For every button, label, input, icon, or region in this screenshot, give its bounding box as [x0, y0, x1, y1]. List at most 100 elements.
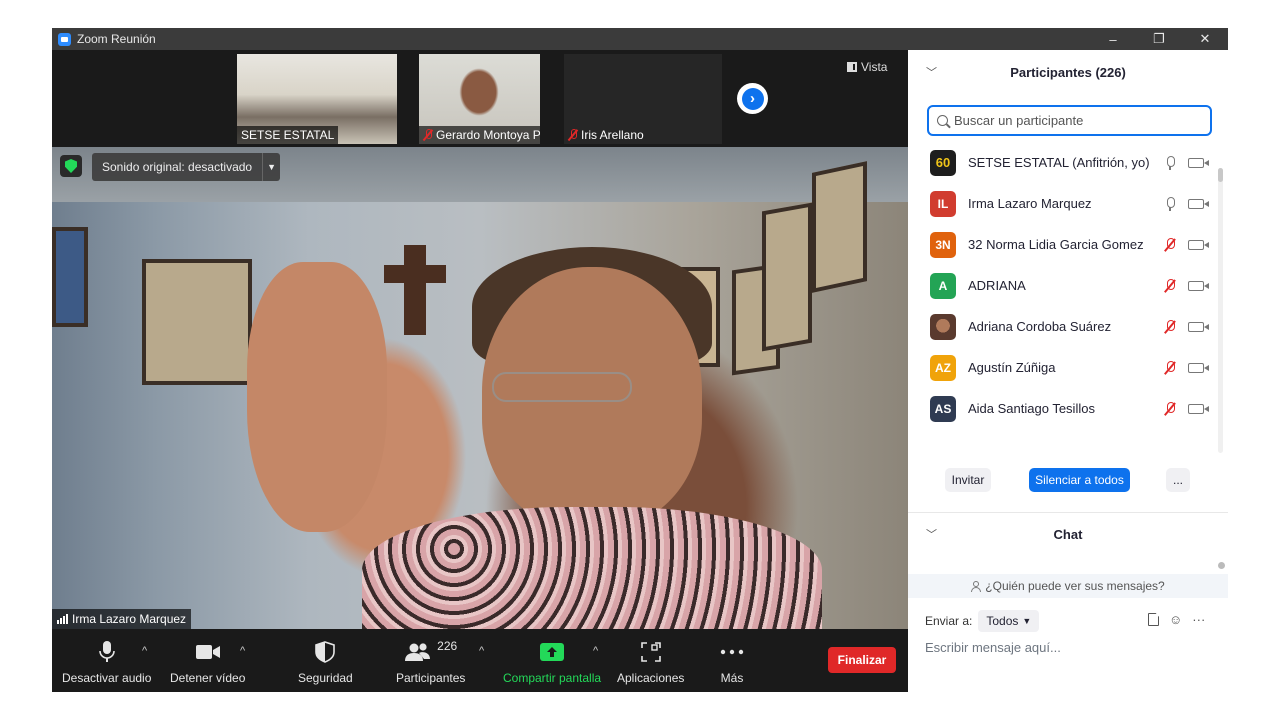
mic-muted-icon[interactable] — [1164, 360, 1176, 375]
collapse-chevron-icon[interactable]: ﹀ — [926, 64, 937, 80]
speaker-name-tag: Irma Lazaro Marquez — [52, 609, 192, 629]
meeting-area: SETSE ESTATAL Gerardo Montoya Pal... Iri… — [52, 50, 908, 692]
thumbnail-gerardo[interactable]: Gerardo Montoya Pal... — [419, 54, 540, 144]
participant-list-scrollbar[interactable] — [1218, 168, 1223, 453]
chat-header: ﹀ Chat — [926, 526, 1083, 542]
video-camera-icon[interactable] — [1188, 362, 1209, 373]
participants-panel: ﹀ Participantes (226) Buscar un particip… — [908, 50, 1228, 692]
apps-icon — [640, 639, 662, 665]
avatar-photo — [930, 313, 956, 340]
share-screen-icon — [540, 639, 565, 665]
wall-picture — [812, 161, 867, 293]
close-button[interactable]: ✕ — [1182, 28, 1228, 50]
view-button[interactable]: Vista — [847, 60, 887, 74]
mic-muted-icon[interactable] — [1164, 319, 1176, 334]
thumbnail-label: SETSE ESTATAL — [237, 126, 339, 144]
grid-view-icon — [847, 62, 857, 72]
person-icon — [971, 580, 982, 592]
encryption-shield-icon[interactable] — [60, 155, 82, 177]
audio-options-chevron-icon[interactable]: ^ — [142, 645, 147, 657]
video-camera-icon[interactable] — [1188, 321, 1209, 332]
microphone-icon[interactable] — [1164, 196, 1176, 211]
apps-button[interactable]: Aplicaciones — [617, 639, 684, 685]
minimize-button[interactable]: – — [1090, 28, 1136, 50]
signal-strength-icon — [57, 614, 68, 624]
window-title: Zoom Reunión — [77, 32, 156, 46]
video-camera-icon — [195, 639, 221, 665]
who-can-see-messages[interactable]: ¿Quién puede ver sus mensajes? — [908, 574, 1228, 598]
chevron-down-icon: ▼ — [1022, 616, 1032, 626]
avatar: AZ — [930, 354, 956, 381]
chat-scrollbar[interactable] — [1218, 562, 1225, 569]
avatar: 3N — [930, 231, 956, 258]
video-camera-icon[interactable] — [1188, 198, 1209, 209]
microphone-icon[interactable] — [1164, 155, 1176, 170]
participants-button[interactable]: 226 Participantes — [396, 639, 465, 685]
active-speaker-video: Sonido original: desactivado ▼ Irma Laza… — [52, 147, 908, 629]
divider — [908, 512, 1228, 513]
restore-button[interactable]: ❐ — [1136, 28, 1182, 50]
more-dots-icon[interactable]: ··· — [1192, 612, 1205, 627]
participant-row[interactable]: AS Aida Santiago Tesillos — [908, 388, 1220, 429]
participants-header: ﹀ Participantes (226) — [926, 64, 1126, 80]
participant-row[interactable]: 3N 32 Norma Lidia Garcia Gomez — [908, 224, 1220, 265]
video-camera-icon[interactable] — [1188, 403, 1209, 414]
thumbnail-label: Iris Arellano — [564, 126, 648, 144]
chat-tools: ☺ ··· — [1148, 612, 1205, 627]
mic-muted-icon[interactable] — [1164, 278, 1176, 293]
shield-icon — [315, 639, 336, 665]
participants-options-chevron-icon[interactable]: ^ — [479, 645, 484, 657]
end-meeting-button[interactable]: Finalizar — [828, 647, 896, 673]
share-screen-button[interactable]: Compartir pantalla — [503, 639, 601, 685]
raised-hand — [247, 262, 387, 532]
thumbnail-strip: SETSE ESTATAL Gerardo Montoya Pal... Iri… — [52, 50, 908, 146]
participant-row[interactable]: 60 SETSE ESTATAL (Anfitrión, yo) — [908, 142, 1220, 183]
cross — [384, 265, 446, 283]
avatar: IL — [930, 190, 956, 217]
mute-button[interactable]: Desactivar audio — [62, 639, 151, 685]
original-sound-toggle[interactable]: Sonido original: desactivado ▼ — [92, 153, 281, 181]
avatar: AS — [930, 395, 956, 422]
dropdown-arrow-icon[interactable]: ▼ — [262, 153, 280, 181]
mic-muted-icon — [568, 129, 578, 141]
window-controls: – ❐ ✕ — [1090, 28, 1228, 50]
message-input[interactable]: Escribir mensaje aquí... — [925, 640, 1061, 655]
mute-all-button[interactable]: Silenciar a todos — [1029, 468, 1130, 492]
next-page-button[interactable]: › — [737, 83, 768, 114]
zoom-logo-icon — [58, 32, 71, 46]
participant-row[interactable]: Adriana Cordoba Suárez — [908, 306, 1220, 347]
video-camera-icon[interactable] — [1188, 239, 1209, 250]
cross — [404, 245, 426, 335]
mic-muted-icon[interactable] — [1164, 237, 1176, 252]
send-to-select[interactable]: Todos ▼ — [978, 610, 1040, 632]
zoom-window: Zoom Reunión – ❐ ✕ SETSE ESTATAL Gerardo… — [52, 28, 1228, 692]
participant-row[interactable]: AZ Agustín Zúñiga — [908, 347, 1220, 388]
participant-actions: Invitar Silenciar a todos ... — [908, 468, 1228, 498]
video-camera-icon[interactable] — [1188, 157, 1209, 168]
mic-muted-icon — [423, 129, 433, 141]
meeting-toolbar: Desactivar audio ^ Detener vídeo ^ Segur… — [52, 629, 908, 692]
mic-muted-icon[interactable] — [1164, 401, 1176, 416]
thumbnail-label: Gerardo Montoya Pal... — [419, 126, 540, 144]
video-camera-icon[interactable] — [1188, 280, 1209, 291]
more-options-button[interactable]: ... — [1166, 468, 1190, 492]
invite-button[interactable]: Invitar — [945, 468, 991, 492]
send-to-row: Enviar a: Todos ▼ — [925, 610, 1040, 632]
title-bar: Zoom Reunión – ❐ ✕ — [52, 28, 1228, 50]
thumbnail-iris[interactable]: Iris Arellano — [564, 54, 722, 144]
participant-row[interactable]: A ADRIANA — [908, 265, 1220, 306]
share-options-chevron-icon[interactable]: ^ — [593, 645, 598, 657]
thumbnail-setse[interactable]: SETSE ESTATAL — [237, 54, 397, 144]
avatar: A — [930, 272, 956, 299]
search-icon — [937, 115, 948, 126]
more-button[interactable]: Más — [720, 639, 744, 685]
collapse-chevron-icon[interactable]: ﹀ — [926, 526, 937, 542]
participant-search-input[interactable]: Buscar un participante — [927, 105, 1212, 136]
security-button[interactable]: Seguridad — [298, 639, 353, 685]
stop-video-button[interactable]: Detener vídeo — [170, 639, 245, 685]
file-icon[interactable] — [1148, 613, 1159, 626]
video-options-chevron-icon[interactable]: ^ — [240, 645, 245, 657]
emoji-icon[interactable]: ☺ — [1169, 612, 1182, 627]
person-glasses — [492, 372, 632, 402]
participant-row[interactable]: IL Irma Lazaro Marquez — [908, 183, 1220, 224]
